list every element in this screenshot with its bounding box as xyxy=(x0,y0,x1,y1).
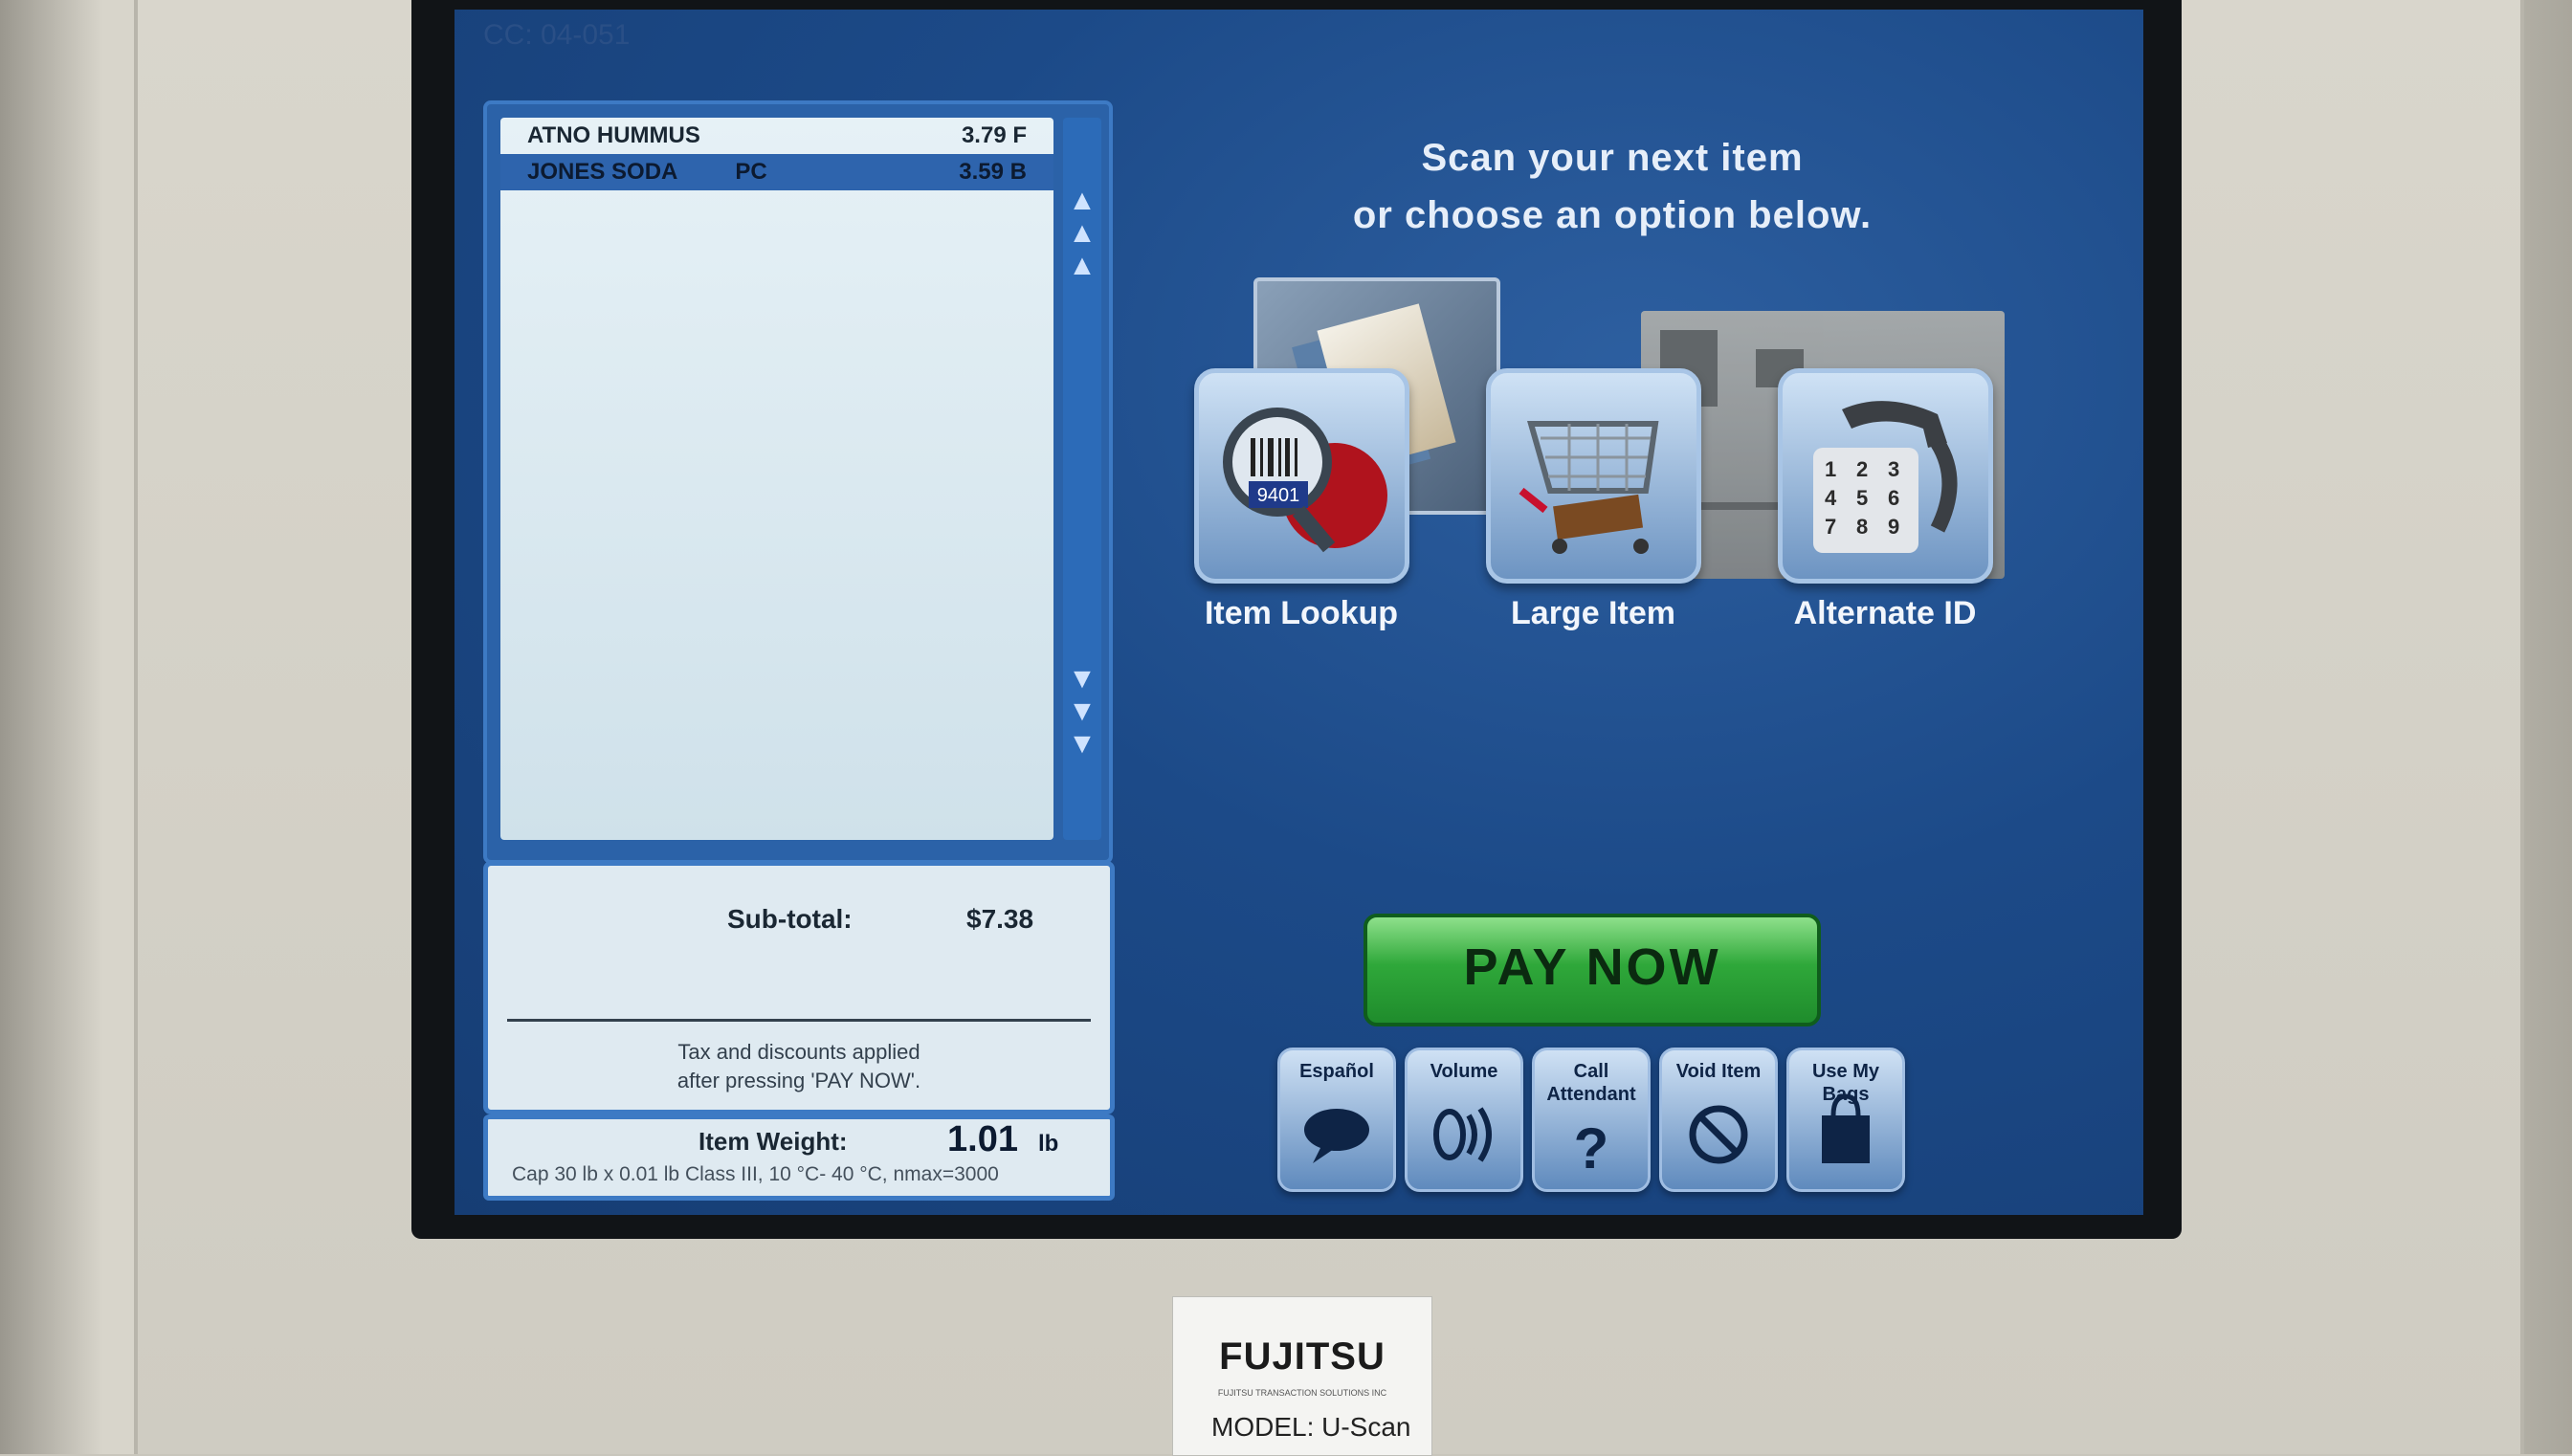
scale-spec: Cap 30 lb x 0.01 lb Class III, 10 °C- 40… xyxy=(512,1163,999,1185)
speaker-icon xyxy=(1408,1101,1520,1181)
weight-label: Item Weight: xyxy=(698,1127,848,1156)
question-mark-icon: ? xyxy=(1573,1116,1609,1180)
receipt-list[interactable]: ATNO HUMMUS 3.79 F JONES SODA PC 3.59 B xyxy=(500,118,1053,840)
volume-label: Volume xyxy=(1430,1061,1498,1082)
subtotal-label: Sub-total: xyxy=(727,904,853,934)
arrow-down-icon: ▼ xyxy=(1068,728,1097,760)
item-name: JONES SODA xyxy=(527,159,678,185)
svg-text:5: 5 xyxy=(1856,486,1868,510)
item-lookup-button[interactable]: 9401 Item Lookup xyxy=(1186,368,1416,632)
magnifier-barcode-icon: 9401 xyxy=(1199,373,1405,579)
alternate-id-label: Alternate ID xyxy=(1793,595,1977,631)
tax-note-line: after pressing 'PAY NOW'. xyxy=(676,1069,921,1092)
large-item-tile[interactable] xyxy=(1485,368,1701,584)
prohibited-icon xyxy=(1662,1101,1775,1181)
svg-text:4: 4 xyxy=(1825,486,1837,510)
receipt-row-selected[interactable]: JONES SODA PC 3.59 B xyxy=(500,154,1053,190)
arrow-down-icon: ▼ xyxy=(1068,663,1097,695)
espanol-label: Español xyxy=(1299,1061,1374,1082)
weight-value: 1.01 xyxy=(947,1119,1018,1159)
call-attendant-button[interactable]: Call Attendant ? xyxy=(1532,1048,1651,1192)
tax-note: Tax and discounts applied after pressing… xyxy=(526,1038,1072,1095)
scroll-down-button[interactable]: ▼ ▼ ▼ xyxy=(1063,663,1101,761)
svg-text:3: 3 xyxy=(1888,457,1899,481)
touch-screen: CC: 04-051 ATNO HUMMUS 3.79 F JONES SODA… xyxy=(455,10,2143,1215)
arrow-down-icon: ▼ xyxy=(1068,695,1097,727)
svg-text:9: 9 xyxy=(1888,515,1899,539)
corner-code: CC: 04-051 xyxy=(483,19,631,51)
use-my-bags-button[interactable]: Use My Bags xyxy=(1786,1048,1905,1192)
scan-prompt: Scan your next item or choose an option … xyxy=(1239,129,1985,244)
shopping-bag-icon xyxy=(1789,1092,1902,1181)
scroll-up-button[interactable]: ▲ ▲ ▲ xyxy=(1063,185,1101,282)
weight-unit: lb xyxy=(1038,1131,1059,1157)
item-lookup-label: Item Lookup xyxy=(1204,595,1399,631)
espanol-button[interactable]: Español xyxy=(1277,1048,1396,1192)
svg-text:8: 8 xyxy=(1856,515,1868,539)
svg-text:7: 7 xyxy=(1825,515,1836,539)
alternate-id-button[interactable]: 123 456 789 Alternate ID xyxy=(1770,368,2000,632)
item-name: ATNO HUMMUS xyxy=(527,122,700,148)
item-lookup-tile[interactable]: 9401 xyxy=(1193,368,1409,584)
receipt-scrollbar[interactable]: ▲ ▲ ▲ ▼ ▼ ▼ xyxy=(1063,118,1101,840)
prompt-line: Scan your next item xyxy=(1421,137,1804,179)
speech-bubble-icon xyxy=(1280,1101,1393,1181)
arrow-up-icon: ▲ xyxy=(1068,217,1097,249)
divider xyxy=(507,1019,1091,1022)
call-attendant-label: Call Attendant xyxy=(1546,1061,1636,1105)
subtotal-value: $7.38 xyxy=(966,904,1034,934)
svg-text:6: 6 xyxy=(1888,486,1899,510)
large-item-label: Large Item xyxy=(1511,595,1675,631)
lookup-code: 9401 xyxy=(1257,485,1300,506)
volume-button[interactable]: Volume xyxy=(1405,1048,1523,1192)
large-item-button[interactable]: Large Item xyxy=(1478,368,1708,632)
manufacturer-sticker: FUJITSU FUJITSU TRANSACTION SOLUTIONS IN… xyxy=(1172,1296,1432,1456)
item-weight-panel: Item Weight: 1.01 lb Cap 30 lb x 0.01 lb… xyxy=(483,1114,1115,1201)
void-item-label: Void Item xyxy=(1675,1061,1762,1082)
pay-now-button[interactable]: PAY NOW xyxy=(1364,914,1821,1026)
phone-keypad-icon: 123 456 789 xyxy=(1783,373,1988,579)
item-price: 3.59 B xyxy=(959,159,1027,185)
tax-note-line: Tax and discounts applied xyxy=(677,1040,920,1064)
brand-logo: FUJITSU xyxy=(1219,1335,1386,1378)
receipt-row[interactable]: ATNO HUMMUS 3.79 F xyxy=(500,118,1053,154)
arrow-up-icon: ▲ xyxy=(1068,185,1097,216)
item-flag: PC xyxy=(735,159,767,185)
item-price: 3.79 F xyxy=(961,122,1027,148)
alternate-id-tile[interactable]: 123 456 789 xyxy=(1777,368,1993,584)
receipt-panel: ATNO HUMMUS 3.79 F JONES SODA PC 3.59 B … xyxy=(483,100,1113,864)
subtotal-panel: Sub-total: $7.38 Tax and discounts appli… xyxy=(483,861,1115,1114)
model-text: MODEL: U-Scan xyxy=(1211,1412,1411,1442)
void-item-button[interactable]: Void Item xyxy=(1659,1048,1778,1192)
brand-subtext: FUJITSU TRANSACTION SOLUTIONS INC xyxy=(1217,1388,1387,1398)
svg-text:1: 1 xyxy=(1825,457,1836,481)
arrow-up-icon: ▲ xyxy=(1068,250,1097,281)
shopping-cart-icon xyxy=(1491,373,1696,579)
prompt-line: or choose an option below. xyxy=(1352,194,1873,236)
svg-text:2: 2 xyxy=(1856,457,1868,481)
